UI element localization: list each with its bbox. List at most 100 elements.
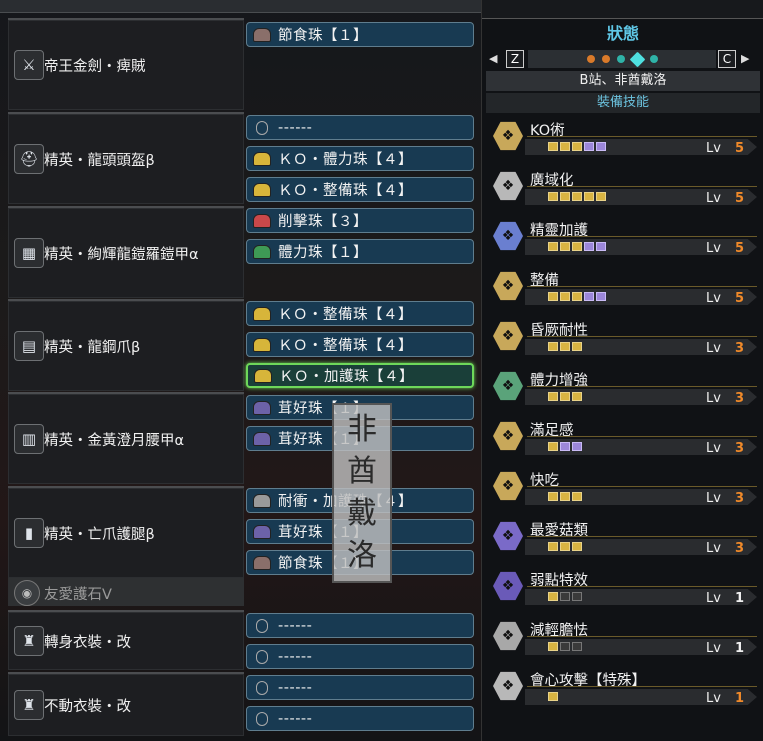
skill-level-pips (548, 692, 558, 701)
equipment-row[interactable]: ▮ 精英・亡爪護腿β (8, 486, 244, 578)
level-value: 1 (735, 591, 745, 606)
decoration-slot[interactable]: ＫＯ・加護珠【４】 (246, 363, 474, 388)
level-pip (596, 292, 606, 301)
skill-divider (527, 586, 757, 587)
level-value: 1 (735, 641, 745, 656)
skill-row[interactable]: ❖ 體力增強 Lv 3 (487, 365, 759, 413)
decoration-slot[interactable]: ------ (246, 675, 474, 700)
key-c-button[interactable]: C (718, 50, 736, 68)
decoration-slot[interactable]: ------ (246, 706, 474, 731)
decoration-icon (253, 213, 271, 228)
decoration-slot[interactable]: ------ (246, 644, 474, 669)
level-label: Lv (706, 591, 721, 606)
equipment-row[interactable]: ⚔ 帝王金劍・痺賊 (8, 18, 244, 110)
level-label: Lv (706, 641, 721, 656)
page-dot (649, 55, 658, 63)
decoration-slot[interactable]: ------ (246, 115, 474, 140)
skill-row[interactable]: ❖ 整備 Lv 5 (487, 265, 759, 313)
level-label: Lv (706, 441, 721, 456)
decoration-slot[interactable]: ＫＯ・體力珠【４】 (246, 146, 474, 171)
decoration-icon (253, 555, 271, 570)
empty-slot-icon (256, 649, 268, 664)
panel-top-border (482, 0, 763, 19)
decoration-icon (253, 493, 271, 508)
level-pip (548, 292, 558, 301)
equipment-row[interactable]: ▤ 精英・龍鋼爪β (8, 299, 244, 391)
skill-icon: ❖ (493, 571, 523, 601)
decoration-icon (253, 400, 271, 415)
page-dot (601, 55, 610, 63)
decoration-slot[interactable]: ------ (246, 613, 474, 638)
skill-level-pips (548, 142, 606, 151)
mantle-row[interactable]: ♜ 轉身衣裝・改 (8, 610, 244, 670)
level-pip (572, 392, 582, 401)
skill-icon: ❖ (493, 271, 523, 301)
level-pip (548, 542, 558, 551)
level-pip (548, 342, 558, 351)
stamp-char: 酋 (347, 454, 377, 489)
level-pip (560, 642, 570, 651)
decoration-slot[interactable]: 體力珠【１】 (246, 239, 474, 264)
decoration-slot[interactable]: ＫＯ・整備珠【４】 (246, 332, 474, 357)
panel-title: 狀態 (606, 24, 639, 43)
level-pip (560, 142, 570, 151)
decoration-name: ＫＯ・整備珠【４】 (278, 307, 413, 323)
decoration-name: ------ (278, 648, 313, 665)
skill-row[interactable]: ❖ 精靈加護 Lv 5 (487, 215, 759, 263)
decoration-name: ------ (278, 679, 313, 696)
skill-icon: ❖ (493, 171, 523, 201)
decoration-slot[interactable]: 節食珠【１】 (246, 22, 474, 47)
skill-row[interactable]: ❖ 廣域化 Lv 5 (487, 165, 759, 213)
level-pip (572, 342, 582, 351)
level-value: 3 (735, 491, 745, 506)
skill-row[interactable]: ❖ 昏厥耐性 Lv 3 (487, 315, 759, 363)
skill-row[interactable]: ❖ 滿足感 Lv 3 (487, 415, 759, 463)
level-pip (572, 442, 582, 451)
skill-row[interactable]: ❖ 最愛菇類 Lv 3 (487, 515, 759, 563)
skill-row[interactable]: ❖ 快吃 Lv 3 (487, 465, 759, 513)
equipment-row[interactable]: ▦ 精英・絢輝龍鎧羅鎧甲α (8, 206, 244, 298)
decoration-slot[interactable]: 削擊珠【３】 (246, 208, 474, 233)
decoration-name: ------ (278, 119, 313, 136)
level-pip (596, 142, 606, 151)
decoration-name: 削擊珠【３】 (278, 214, 368, 230)
key-z-button[interactable]: Z (506, 50, 524, 68)
arrow-left-icon[interactable]: ◀ (489, 52, 497, 65)
skill-row[interactable]: ❖ 弱點特效 Lv 1 (487, 565, 759, 613)
decoration-icon (253, 524, 271, 539)
level-pip (548, 642, 558, 651)
skill-level-pips (548, 492, 582, 501)
level-pip (560, 542, 570, 551)
level-value: 5 (735, 291, 745, 306)
mantle-row[interactable]: ♜ 不動衣裝・改 (8, 672, 244, 736)
decoration-icon (253, 337, 271, 352)
skill-level-pips (548, 442, 582, 451)
level-pip (572, 142, 582, 151)
skill-divider (527, 686, 757, 687)
equipment-name: 帝王金劍・痺賊 (44, 59, 146, 75)
level-pip (572, 292, 582, 301)
decoration-slot[interactable]: ＫＯ・整備珠【４】 (246, 177, 474, 202)
empty-slot-icon (256, 711, 268, 726)
level-label: Lv (706, 691, 721, 706)
helmet-icon: ⛑ (14, 144, 44, 174)
level-value: 3 (735, 391, 745, 406)
decoration-name: 體力珠【１】 (278, 245, 368, 261)
level-pip (560, 342, 570, 351)
charm-icon: ◉ (14, 580, 40, 606)
skill-row[interactable]: ❖ 減輕膽怯 Lv 1 (487, 615, 759, 663)
skill-divider (527, 636, 757, 637)
decoration-slot[interactable]: ＫＯ・整備珠【４】 (246, 301, 474, 326)
decoration-icon (254, 368, 272, 383)
skill-row[interactable]: ❖ 會心攻擊【特殊】 Lv 1 (487, 665, 759, 713)
skill-row[interactable]: ❖ KO術 Lv 5 (487, 115, 759, 163)
equipment-row[interactable]: ⛑ 精英・龍頭頭盔β (8, 112, 244, 204)
equipment-row[interactable]: ▥ 精英・金黃澄月腰甲α (8, 392, 244, 484)
arrow-right-icon[interactable]: ▶ (741, 52, 749, 65)
decoration-icon (253, 306, 271, 321)
charm-row[interactable]: ◉ 友愛護石Ⅴ (8, 578, 244, 606)
skill-icon: ❖ (493, 671, 523, 701)
skill-divider (527, 386, 757, 387)
decoration-icon (253, 151, 271, 166)
skill-level-pips (548, 292, 606, 301)
